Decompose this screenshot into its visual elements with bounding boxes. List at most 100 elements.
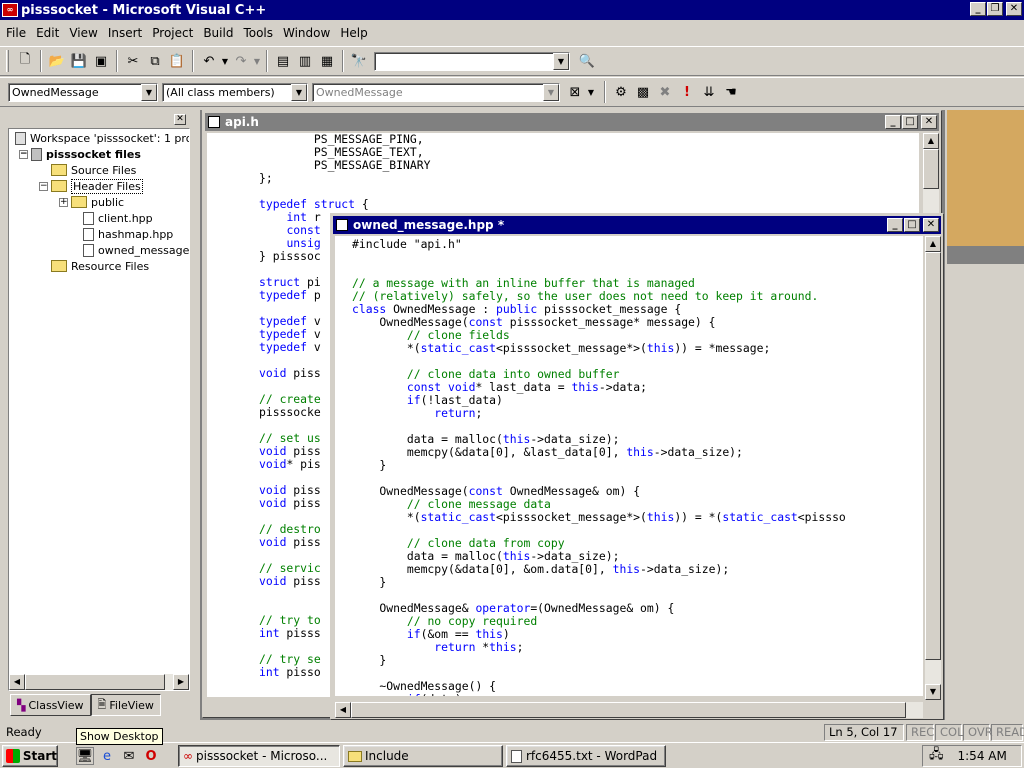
task-pisssocket[interactable]: ∞ pisssocket - Microso... (178, 745, 340, 767)
breakpoint-icon[interactable]: ☚ (720, 81, 742, 103)
maximize-button[interactable]: □ (902, 115, 918, 129)
function-combo[interactable]: OwnedMessage ▼ (312, 82, 560, 102)
menu-project[interactable]: Project (152, 26, 193, 40)
cut-icon[interactable]: ✂ (122, 50, 144, 72)
menu-tools[interactable]: Tools (243, 26, 273, 40)
undo-dropdown-icon[interactable]: ▼ (220, 50, 230, 72)
chevron-down-icon[interactable]: ▼ (543, 83, 559, 101)
tree-item-public[interactable]: + public (59, 194, 124, 210)
owned-message-hscrollbar[interactable]: ◀ (335, 702, 923, 718)
scroll-left-icon[interactable]: ◀ (9, 674, 25, 690)
menu-insert[interactable]: Insert (108, 26, 142, 40)
scroll-right-icon[interactable]: ▶ (173, 674, 189, 690)
code-line: } (352, 458, 387, 472)
compile-icon[interactable]: ⚙ (610, 81, 632, 103)
background-window-titlebar[interactable] (947, 246, 1024, 264)
tree-item-header-files[interactable]: − Header Files (39, 178, 143, 194)
find-icon[interactable]: 🔍 (576, 50, 598, 72)
minimize-button[interactable]: _ (970, 2, 986, 16)
save-icon[interactable]: 💾 (68, 50, 90, 72)
folder-icon (71, 196, 87, 208)
restore-button[interactable]: ❐ (987, 2, 1003, 16)
close-button[interactable]: ✕ (923, 218, 939, 232)
paste-icon[interactable]: 📋 (166, 50, 188, 72)
tree-item-project[interactable]: − pisssocket files (19, 146, 141, 162)
tree-item-workspace[interactable]: Workspace 'pisssocket': 1 proje (15, 130, 189, 146)
task-wordpad[interactable]: rfc6455.txt - WordPad (506, 745, 666, 767)
task-include[interactable]: Include (343, 745, 503, 767)
stop-build-icon[interactable]: ✖ (654, 81, 676, 103)
tree-hscrollbar[interactable]: ◀ ▶ (9, 674, 189, 690)
chevron-down-icon[interactable]: ▼ (291, 83, 307, 101)
close-button[interactable]: ✕ (921, 115, 937, 129)
copy-icon[interactable]: ⧉ (144, 50, 166, 72)
menu-view[interactable]: View (69, 26, 97, 40)
minimize-button[interactable]: _ (887, 218, 903, 232)
open-icon[interactable]: 📂 (46, 50, 68, 72)
wizard-action-dropdown-icon[interactable]: ▼ (586, 81, 596, 103)
tree-item-client-hpp[interactable]: client.hpp (83, 210, 153, 226)
menu-edit[interactable]: Edit (36, 26, 59, 40)
app-icon[interactable]: ∞ (2, 3, 18, 17)
collapse-icon[interactable]: − (19, 149, 28, 159)
menu-help[interactable]: Help (340, 26, 367, 40)
find-combo[interactable]: ▼ (374, 51, 570, 71)
scroll-thumb[interactable] (351, 702, 906, 718)
internet-explorer-icon[interactable]: e (98, 747, 116, 765)
chevron-down-icon[interactable]: ▼ (553, 52, 569, 70)
maximize-button[interactable]: □ (904, 218, 920, 232)
owned-message-code[interactable]: #include "api.h" // a message with an in… (335, 236, 923, 696)
window-list-icon[interactable]: ▦ (316, 50, 338, 72)
redo-dropdown-icon[interactable]: ▼ (252, 50, 262, 72)
tree-item-source-files[interactable]: Source Files (51, 162, 136, 178)
workspace-toggle-icon[interactable]: ▤ (272, 50, 294, 72)
scroll-up-icon[interactable]: ▲ (925, 236, 941, 252)
scroll-down-icon[interactable]: ▼ (925, 684, 941, 700)
folder-icon (348, 750, 362, 762)
network-icon[interactable]: 🖧 (929, 745, 944, 767)
new-text-file-icon[interactable]: 🗋 (14, 50, 36, 72)
scroll-thumb[interactable] (925, 252, 941, 660)
tab-fileview[interactable]: 🗎 FileView (90, 694, 161, 716)
file-tree: Workspace 'pisssocket': 1 proje − pissso… (8, 128, 190, 691)
scroll-thumb[interactable] (25, 674, 165, 690)
menu-build[interactable]: Build (203, 26, 233, 40)
show-desktop-icon[interactable]: 🖥 (76, 747, 94, 765)
scroll-thumb[interactable] (923, 149, 939, 189)
execute-icon[interactable]: ! (676, 81, 698, 103)
owned-message-vscrollbar[interactable]: ▲ ▼ (925, 236, 941, 700)
tree-item-hashmap-hpp[interactable]: hashmap.hpp (83, 226, 173, 242)
undo-icon[interactable]: ↶ (198, 50, 220, 72)
expand-icon[interactable]: + (59, 197, 68, 207)
chevron-down-icon[interactable]: ▼ (141, 83, 157, 101)
title-bar[interactable]: ∞ pisssocket - Microsoft Visual C++ _ ❐ … (0, 0, 1024, 20)
close-icon[interactable]: ✕ (174, 114, 186, 125)
tree-item-owned-message[interactable]: owned_message.h (83, 242, 189, 258)
build-icon[interactable]: ▩ (632, 81, 654, 103)
scroll-left-icon[interactable]: ◀ (335, 702, 351, 718)
collapse-icon[interactable]: − (39, 181, 48, 191)
clock[interactable]: 1:54 AM (958, 749, 1007, 763)
owned-message-titlebar[interactable]: owned_message.hpp * _ □ ✕ (333, 216, 941, 234)
class-combo[interactable]: OwnedMessage ▼ (8, 82, 158, 102)
start-button[interactable]: Start (2, 745, 58, 767)
toolbar-grip[interactable] (6, 50, 9, 72)
outlook-icon[interactable]: ✉ (120, 747, 138, 765)
redo-icon[interactable]: ↷ (230, 50, 252, 72)
api-h-titlebar[interactable]: api.h _ □ ✕ (205, 113, 939, 131)
members-combo[interactable]: (All class members) ▼ (162, 82, 308, 102)
code-line: } (352, 653, 387, 667)
wizard-action-icon[interactable]: ⊠ (564, 81, 586, 103)
output-toggle-icon[interactable]: ▥ (294, 50, 316, 72)
opera-icon[interactable]: O (142, 747, 160, 765)
menu-window[interactable]: Window (283, 26, 330, 40)
tab-classview[interactable]: ▚ ClassView (10, 694, 91, 716)
find-in-files-icon[interactable]: 🔭 (348, 50, 370, 72)
save-all-icon[interactable]: ▣ (90, 50, 112, 72)
close-button[interactable]: ✕ (1006, 2, 1022, 16)
go-icon[interactable]: ⇊ (698, 81, 720, 103)
minimize-button[interactable]: _ (885, 115, 901, 129)
tree-item-resource-files[interactable]: Resource Files (51, 258, 149, 274)
scroll-up-icon[interactable]: ▲ (923, 133, 939, 149)
menu-file[interactable]: File (6, 26, 26, 40)
